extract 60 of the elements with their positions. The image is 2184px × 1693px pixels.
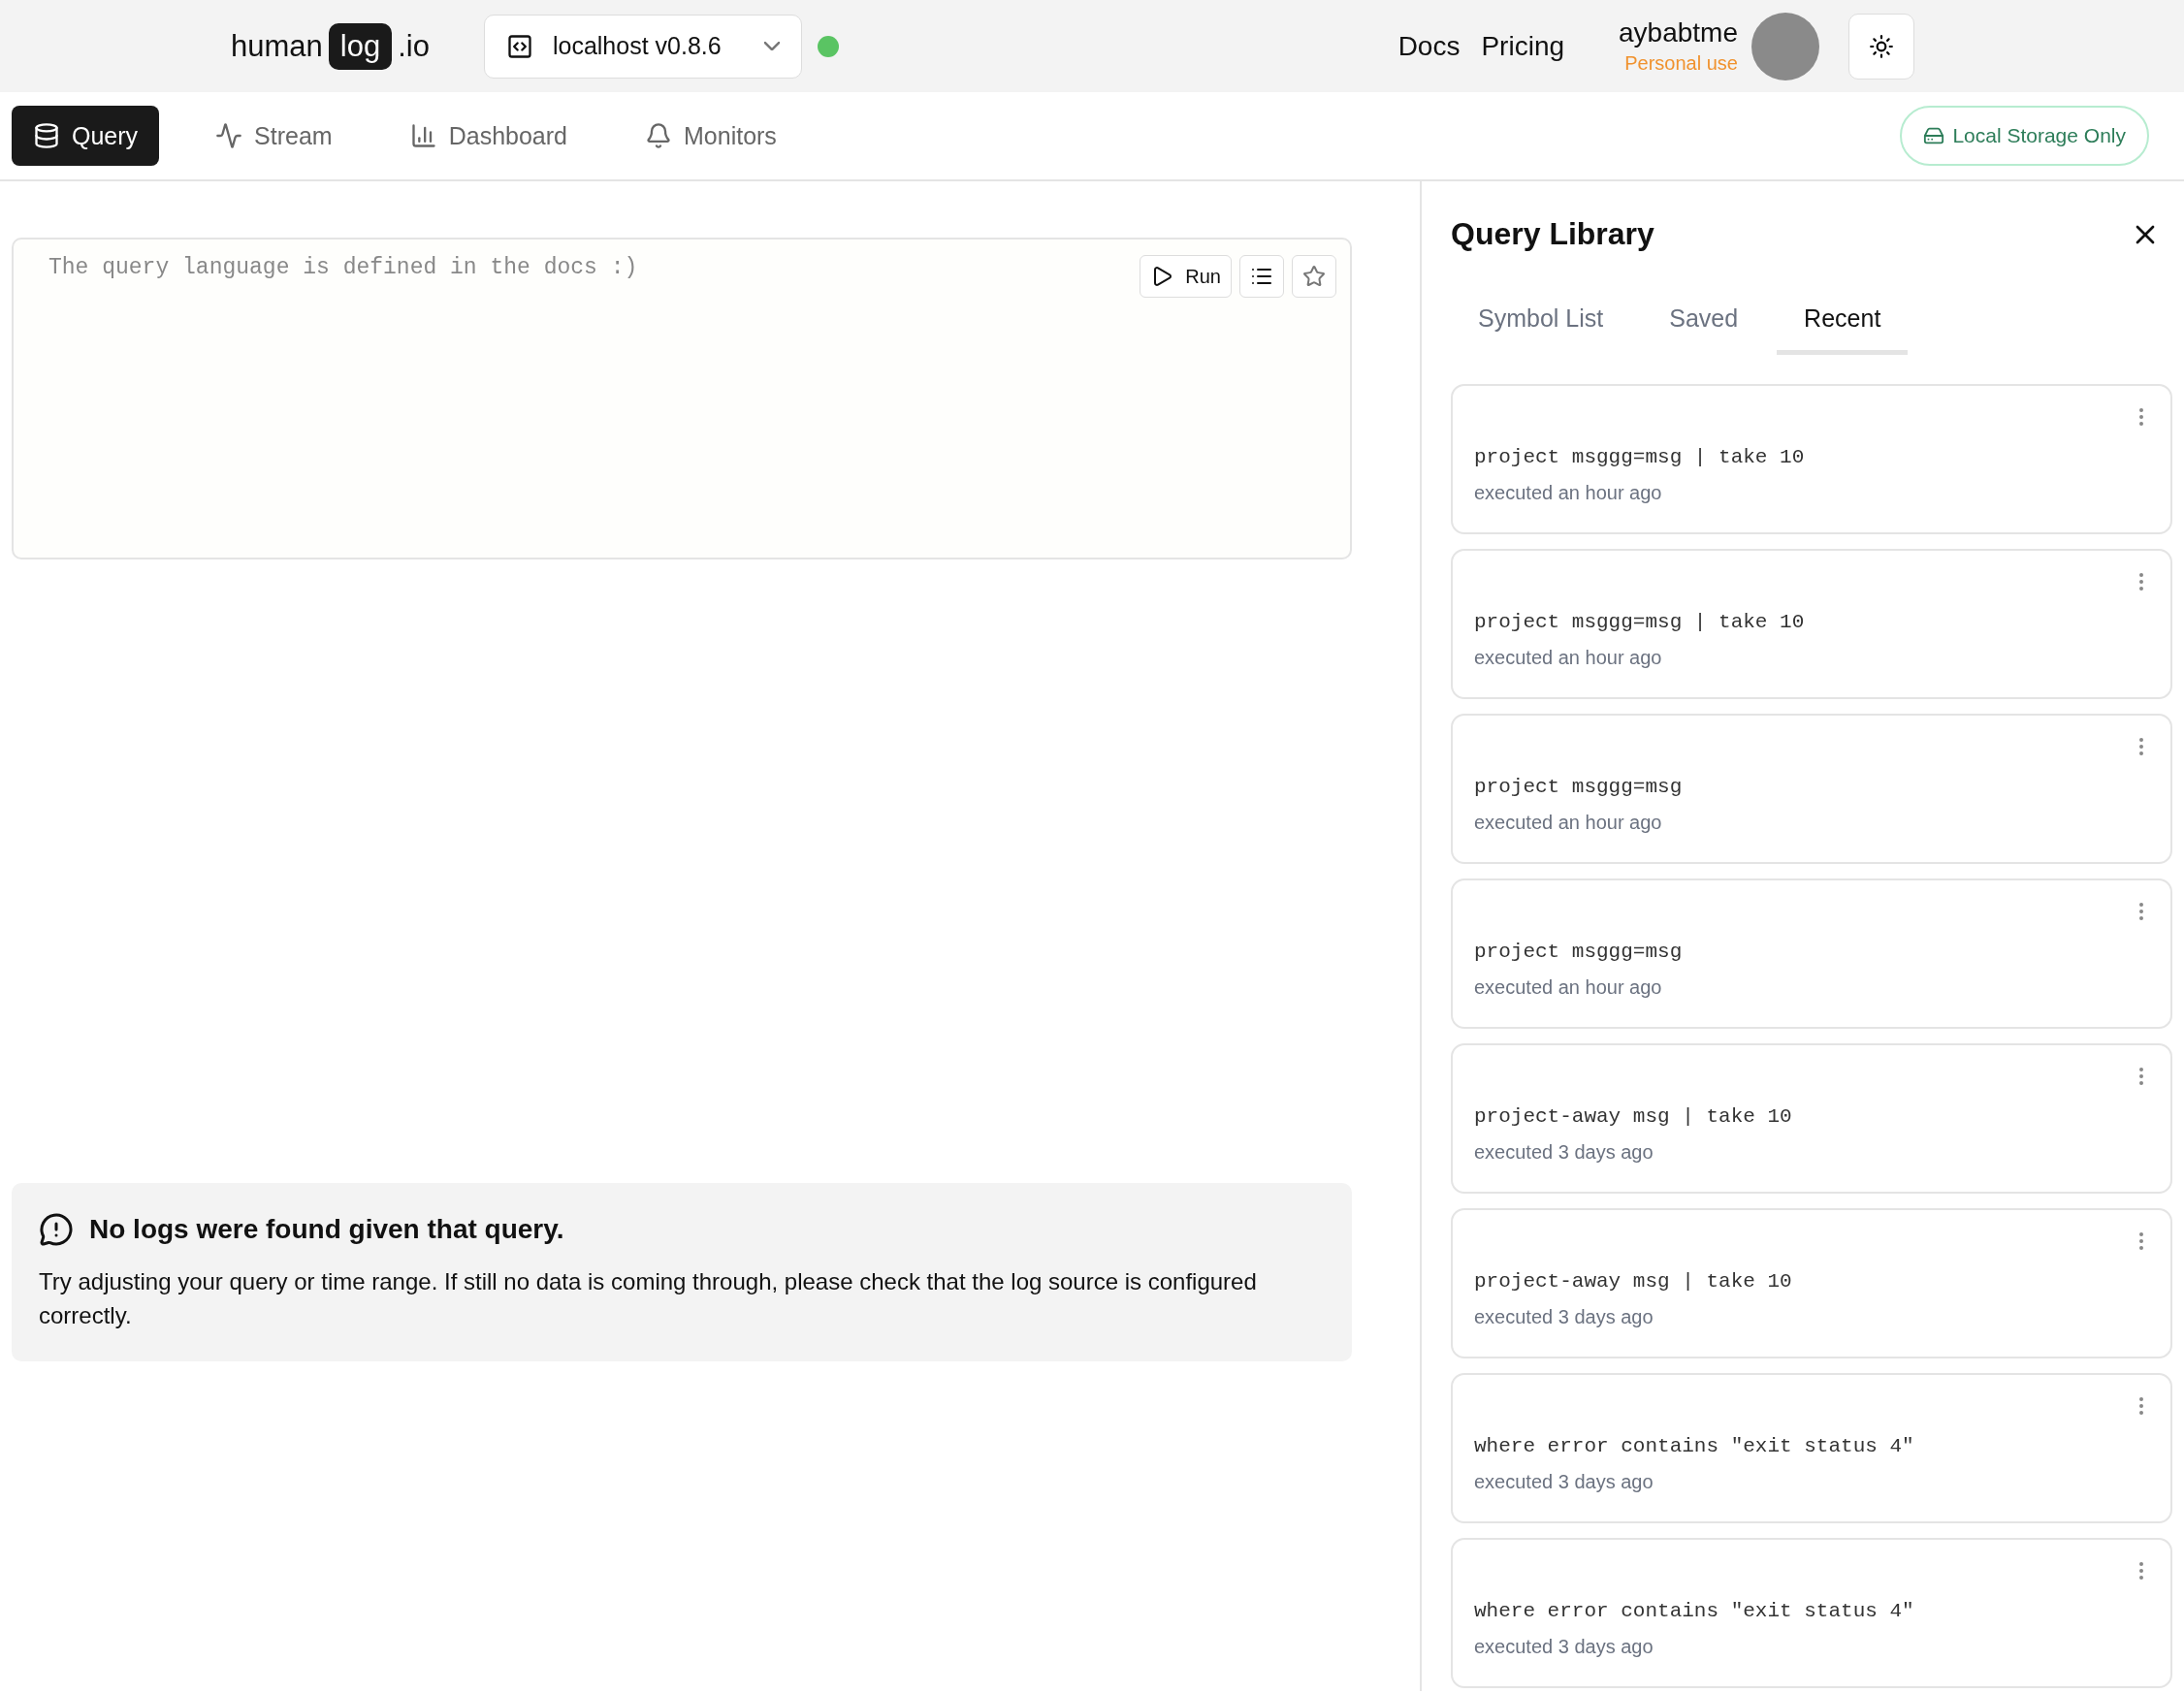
query-text: project msggg=msg | take 10: [1474, 611, 1806, 633]
query-card[interactable]: project msggg=msg | take 10 executed an hour ago: [1451, 549, 2172, 699]
run-button[interactable]: Run: [1140, 255, 1232, 298]
list-button[interactable]: [1239, 255, 1284, 298]
drive-icon: [1923, 125, 1945, 146]
header-link[interactable]: Docs: [1397, 30, 1461, 62]
nav-tab[interactable]: Dashboard: [388, 106, 589, 166]
nav-icon: [409, 122, 437, 149]
executed-time: executed 3 days ago: [1474, 1636, 1654, 1658]
environment-select[interactable]: localhost v0.8.6: [483, 14, 802, 79]
executed-time: executed an hour ago: [1474, 647, 1663, 669]
nav-tab[interactable]: Stream: [194, 106, 354, 166]
sun-icon: [1869, 33, 1894, 59]
nav-icon: [645, 122, 672, 149]
logo-text: .io: [398, 28, 430, 64]
nav-tab[interactable]: Monitors: [624, 106, 798, 166]
executed-time: executed 3 days ago: [1474, 1141, 1654, 1164]
warning-icon: [39, 1212, 74, 1247]
executed-time: executed an hour ago: [1474, 812, 1663, 834]
nav-tab[interactable]: Query: [12, 106, 160, 166]
code-icon: [505, 32, 533, 60]
chevron-icon: [763, 42, 780, 50]
user-name: aybabtme: [1619, 17, 1738, 48]
query-text: project msggg=msg: [1474, 941, 1684, 963]
query-card[interactable]: project msggg=msg executed an hour ago: [1451, 878, 2172, 1029]
query-card[interactable]: project-away msg | take 10 executed 3 days ago: [1451, 1043, 2172, 1194]
star-icon: [1302, 265, 1326, 288]
empty-state-title: No logs were found given that query.: [89, 1214, 564, 1245]
query-input[interactable]: The query language is defined in the docs :): [48, 255, 1133, 333]
logo-text: human: [231, 28, 323, 64]
query-text: project msggg=msg: [1474, 776, 1684, 798]
nav-icon: [215, 122, 243, 149]
panel-title: Query Library: [1451, 216, 1654, 252]
query-editor[interactable]: The query language is defined in the docs :) Run: [12, 238, 1352, 559]
query-card[interactable]: where error contains "exit status 4" executed 3 days ago: [1451, 1538, 2172, 1688]
status-dot: [817, 35, 839, 57]
query-text: project msggg=msg | take 10: [1474, 446, 1806, 468]
library-tab[interactable]: Saved: [1642, 295, 1766, 355]
plan-label: Personal use: [1624, 52, 1738, 75]
executed-time: executed an hour ago: [1474, 482, 1663, 504]
query-text: project-away msg | take 10: [1474, 1270, 1793, 1293]
query-card[interactable]: project msggg=msg executed an hour ago: [1451, 714, 2172, 864]
theme-toggle-button[interactable]: [1848, 13, 1914, 80]
nav-icon: [33, 122, 60, 149]
executed-time: executed an hour ago: [1474, 976, 1663, 999]
header-link[interactable]: Pricing: [1481, 30, 1565, 62]
executed-time: executed 3 days ago: [1474, 1471, 1654, 1493]
query-text: where error contains "exit status 4": [1474, 1600, 1915, 1622]
query-card[interactable]: project msggg=msg | take 10 executed an hour ago: [1451, 384, 2172, 534]
library-tab[interactable]: Recent: [1777, 295, 1909, 355]
query-text: where error contains "exit status 4": [1474, 1435, 1915, 1457]
logo-badge: log: [328, 22, 393, 70]
query-card[interactable]: where error contains "exit status 4" executed 3 days ago: [1451, 1373, 2172, 1523]
library-tab[interactable]: Symbol List: [1451, 295, 1631, 355]
storage-badge[interactable]: Local Storage Only: [1900, 106, 2149, 166]
star-button[interactable]: [1292, 255, 1336, 298]
query-card[interactable]: project-away msg | take 10 executed 3 days ago: [1451, 1208, 2172, 1358]
empty-state-message: Try adjusting your query or time range. If still no data is coming through, please check that the log source is configured correctly.: [39, 1267, 1258, 1330]
query-text: project-away msg | take 10: [1474, 1105, 1793, 1128]
executed-time: executed 3 days ago: [1474, 1306, 1654, 1328]
